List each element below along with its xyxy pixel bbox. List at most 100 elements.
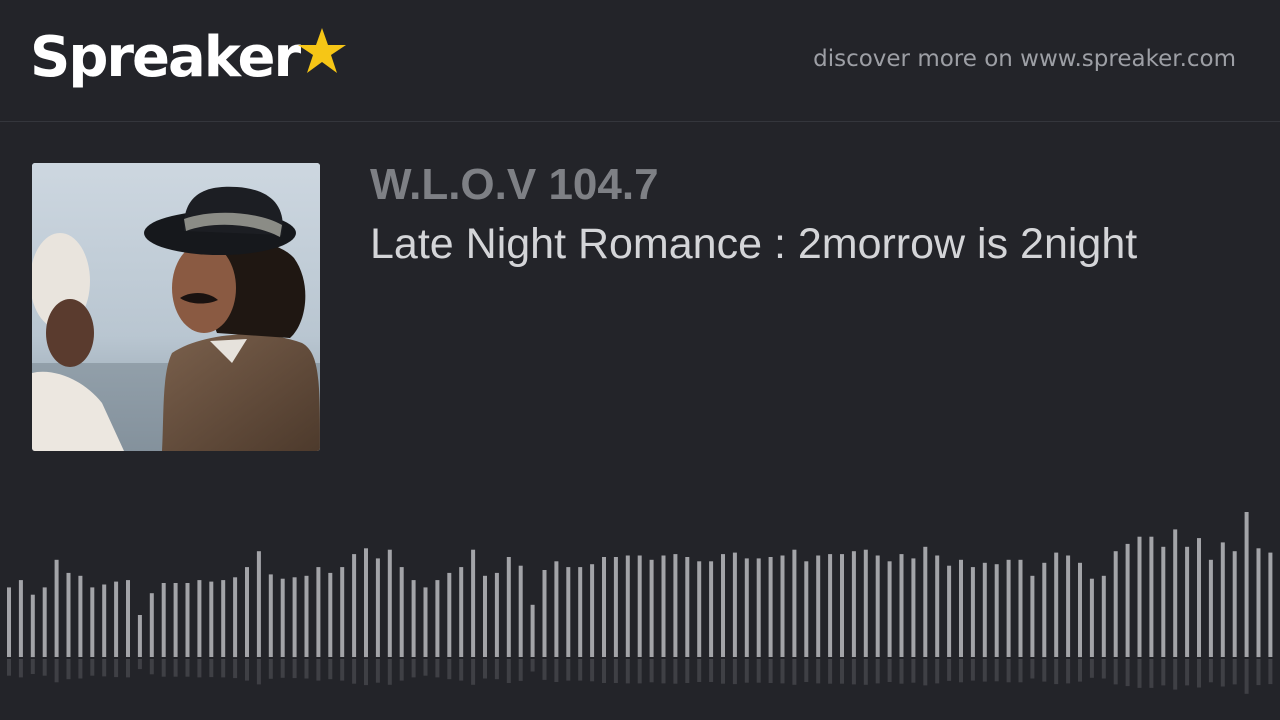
waveform-bar bbox=[887, 561, 892, 657]
waveform-bar-reflection bbox=[959, 659, 963, 683]
discover-more-link[interactable]: discover more on www.spreaker.com bbox=[813, 46, 1236, 72]
waveform-bar bbox=[1220, 542, 1225, 657]
waveform-bar-reflection bbox=[18, 659, 23, 678]
audio-waveform bbox=[7, 512, 1273, 694]
waveform-bar-reflection bbox=[709, 659, 714, 682]
waveform-bar bbox=[340, 567, 345, 657]
waveform-bar bbox=[90, 587, 95, 657]
waveform-bar bbox=[578, 567, 583, 657]
waveform-bar-reflection bbox=[685, 659, 690, 683]
waveform-bar bbox=[899, 554, 904, 657]
waveform-bar bbox=[471, 549, 476, 657]
waveform-bar bbox=[304, 575, 309, 657]
waveform-bar-reflection bbox=[1208, 659, 1213, 683]
waveform-bar-reflection bbox=[625, 659, 630, 684]
waveform-bar bbox=[245, 567, 249, 657]
waveform-bar bbox=[994, 564, 999, 657]
waveform-bar-reflection bbox=[1161, 659, 1166, 686]
spreaker-logo[interactable]: Spreaker bbox=[30, 24, 347, 100]
waveform-bar-reflection bbox=[352, 659, 357, 684]
waveform-bar bbox=[459, 567, 464, 657]
waveform-bar bbox=[840, 554, 844, 657]
waveform-bar-reflection bbox=[1089, 659, 1094, 678]
waveform-bar bbox=[792, 549, 797, 657]
waveform-bar-reflection bbox=[245, 659, 249, 681]
waveform-bar-reflection bbox=[1101, 659, 1106, 679]
waveform-bar-reflection bbox=[1173, 659, 1178, 690]
waveform-bar bbox=[1268, 552, 1273, 657]
waveform-bar bbox=[649, 559, 654, 657]
waveform-bar-reflection bbox=[197, 659, 202, 678]
waveform-bar-reflection bbox=[304, 659, 309, 679]
podcast-cover-art bbox=[32, 163, 320, 451]
waveform-bar bbox=[494, 572, 499, 657]
waveform-bar bbox=[721, 554, 725, 657]
waveform-bar-reflection bbox=[114, 659, 119, 678]
waveform-bar-reflection bbox=[268, 659, 273, 679]
waveform-bar bbox=[875, 555, 880, 657]
waveform-bar-reflection bbox=[1137, 659, 1142, 688]
waveform-bar bbox=[816, 555, 821, 657]
waveform-bar-reflection bbox=[792, 659, 797, 685]
waveform-bar-reflection bbox=[233, 659, 238, 679]
waveform-bar bbox=[851, 551, 856, 657]
waveform-bar-reflection bbox=[54, 659, 59, 683]
waveform-bar bbox=[828, 554, 833, 657]
waveform-bar-reflection bbox=[1125, 659, 1130, 687]
waveform-bar bbox=[768, 557, 773, 657]
waveform-bar bbox=[1256, 548, 1261, 658]
waveform-bar bbox=[661, 555, 666, 657]
waveform-bar-reflection bbox=[590, 659, 595, 682]
waveform-bar bbox=[173, 583, 178, 657]
waveform-bar bbox=[1173, 529, 1178, 657]
waveform-bar-reflection bbox=[518, 659, 523, 681]
waveform-bar bbox=[137, 615, 142, 657]
waveform-bar bbox=[1208, 559, 1213, 657]
waveform-bar bbox=[1042, 562, 1047, 658]
waveform-bar-reflection bbox=[90, 659, 95, 676]
waveform-bar bbox=[982, 562, 987, 658]
waveform-bar bbox=[1089, 578, 1094, 657]
waveform-bar-reflection bbox=[602, 659, 606, 683]
waveform-bar-reflection bbox=[1244, 659, 1249, 694]
waveform-bar-reflection bbox=[1030, 659, 1035, 679]
waveform-bar-reflection bbox=[970, 659, 975, 681]
waveform-bar-reflection bbox=[280, 659, 285, 678]
waveform-bar bbox=[732, 552, 737, 657]
waveform-bar-reflection bbox=[697, 659, 702, 682]
waveform-bar bbox=[256, 551, 261, 657]
waveform-bar bbox=[530, 604, 535, 657]
waveform-bar-reflection bbox=[185, 659, 190, 677]
waveform-bar bbox=[316, 567, 321, 657]
waveform-bar bbox=[66, 572, 71, 657]
waveform-bar-reflection bbox=[292, 659, 297, 679]
waveform-bar-reflection bbox=[637, 659, 642, 684]
waveform-bar-reflection bbox=[887, 659, 892, 682]
waveform-bar bbox=[30, 594, 35, 658]
waveform-bar-reflection bbox=[1232, 659, 1237, 685]
waveform-bar bbox=[149, 593, 154, 657]
waveform-bar-reflection bbox=[316, 659, 321, 681]
waveform-bar bbox=[542, 570, 547, 657]
waveform-bar-reflection bbox=[768, 659, 773, 683]
waveform-bar-reflection bbox=[447, 659, 452, 680]
waveform-bar bbox=[685, 557, 690, 657]
waveform-bar bbox=[387, 549, 392, 657]
waveform-bar bbox=[804, 561, 809, 657]
waveform-bar-reflection bbox=[1066, 659, 1071, 684]
waveform-bar-reflection bbox=[149, 659, 154, 675]
waveform-bar-reflection bbox=[375, 659, 380, 683]
waveform-bar-reflection bbox=[364, 659, 368, 686]
waveform-bar bbox=[352, 554, 357, 657]
waveform-bar bbox=[364, 548, 368, 658]
waveform-bar bbox=[506, 557, 511, 657]
waveform-bar-reflection bbox=[161, 659, 166, 677]
waveform-bar-reflection bbox=[328, 659, 333, 680]
waveform-bar-reflection bbox=[1042, 659, 1047, 682]
waveform-bar bbox=[709, 561, 714, 657]
waveform-bar-reflection bbox=[804, 659, 809, 682]
waveform-bar bbox=[602, 557, 606, 657]
waveform-bar bbox=[1018, 559, 1023, 657]
waveform-bar bbox=[1137, 536, 1142, 657]
waveform-bar-reflection bbox=[1078, 659, 1082, 682]
